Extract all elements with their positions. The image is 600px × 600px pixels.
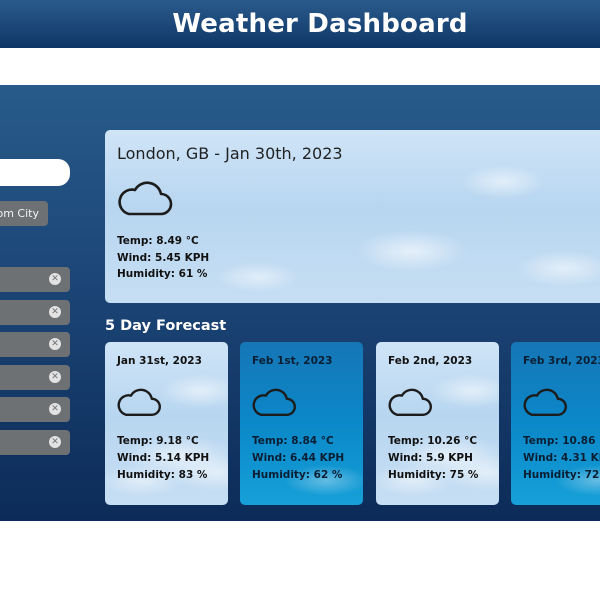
- search-city-button[interactable]: om City: [0, 201, 48, 226]
- forecast-card: Feb 3rd, 2023 Temp: 10.86 °C Wind: 4.31 …: [511, 342, 600, 505]
- forecast-stats: Temp: 8.84 °C Wind: 6.44 KPH Humidity: 6…: [252, 433, 344, 484]
- history-item[interactable]: ✕: [0, 397, 70, 422]
- cloud-icon: [115, 178, 175, 222]
- current-wind: Wind: 5.45 KPH: [117, 251, 210, 264]
- forecast-stats: Temp: 10.26 °C Wind: 5.9 KPH Humidity: 7…: [388, 433, 478, 484]
- current-temp: Temp: 8.49 °C: [117, 235, 199, 247]
- forecast-temp: Temp: 9.18 °C: [117, 435, 199, 447]
- cloud-icon: [250, 386, 298, 422]
- current-stats: Temp: 8.49 °C Wind: 5.45 KPH Humidity: 6…: [117, 233, 209, 283]
- forecast-humidity: Humidity: 72 %: [523, 469, 600, 481]
- forecast-date: Jan 31st, 2023: [117, 355, 202, 367]
- remove-icon[interactable]: ✕: [49, 273, 61, 285]
- forecast-wind: Wind: 5.9 KPH: [388, 452, 473, 464]
- app-header: Weather Dashboard: [0, 0, 600, 48]
- forecast-temp: Temp: 10.86 °C: [523, 435, 600, 447]
- remove-icon[interactable]: ✕: [49, 403, 61, 415]
- remove-icon[interactable]: ✕: [49, 338, 61, 350]
- history-item[interactable]: ✕: [0, 364, 70, 390]
- page-title: Weather Dashboard: [172, 9, 468, 39]
- forecast-date: Feb 2nd, 2023: [388, 355, 473, 367]
- forecast-temp: Temp: 10.26 °C: [388, 435, 478, 447]
- history-item[interactable]: ✕: [0, 299, 70, 325]
- history-item[interactable]: ✕: [0, 332, 70, 357]
- forecast-humidity: Humidity: 75 %: [388, 469, 479, 481]
- forecast-card: Feb 1st, 2023 Temp: 8.84 °C Wind: 6.44 K…: [240, 342, 363, 505]
- forecast-title: 5 Day Forecast: [105, 318, 227, 334]
- cloud-icon: [115, 386, 163, 422]
- cloud-icon: [386, 386, 434, 422]
- forecast-wind: Wind: 5.14 KPH: [117, 452, 210, 464]
- current-humidity: Humidity: 61 %: [117, 268, 208, 280]
- remove-icon[interactable]: ✕: [49, 435, 61, 448]
- forecast-humidity: Humidity: 83 %: [117, 469, 208, 481]
- forecast-date: Feb 3rd, 2023: [523, 355, 600, 367]
- forecast-date: Feb 1st, 2023: [252, 355, 333, 367]
- forecast-stats: Temp: 9.18 °C Wind: 5.14 KPH Humidity: 8…: [117, 433, 209, 484]
- remove-icon[interactable]: ✕: [49, 305, 61, 318]
- forecast-humidity: Humidity: 62 %: [252, 469, 343, 481]
- forecast-stats: Temp: 10.86 °C Wind: 4.31 KPH Humidity: …: [523, 433, 600, 484]
- city-search-input[interactable]: [0, 159, 70, 186]
- cloud-icon: [521, 386, 569, 422]
- history-item[interactable]: ✕: [0, 267, 70, 292]
- current-weather-card: London, GB - Jan 30th, 2023 Temp: 8.49 °…: [105, 130, 600, 303]
- forecast-card: Feb 2nd, 2023 Temp: 10.26 °C Wind: 5.9 K…: [376, 342, 499, 505]
- forecast-wind: Wind: 6.44 KPH: [252, 452, 345, 464]
- history-item[interactable]: ✕: [0, 429, 70, 455]
- search-history-list: ✕ ✕ ✕ ✕ ✕ ✕: [0, 267, 70, 462]
- current-city-heading: London, GB - Jan 30th, 2023: [117, 144, 343, 163]
- remove-icon[interactable]: ✕: [49, 370, 61, 383]
- forecast-card: Jan 31st, 2023 Temp: 9.18 °C Wind: 5.14 …: [105, 342, 228, 505]
- forecast-temp: Temp: 8.84 °C: [252, 435, 334, 447]
- main-panel: om City ✕ ✕ ✕ ✕ ✕ ✕ London, GB - Jan 30t…: [0, 85, 600, 521]
- forecast-wind: Wind: 4.31 KPH: [523, 452, 600, 464]
